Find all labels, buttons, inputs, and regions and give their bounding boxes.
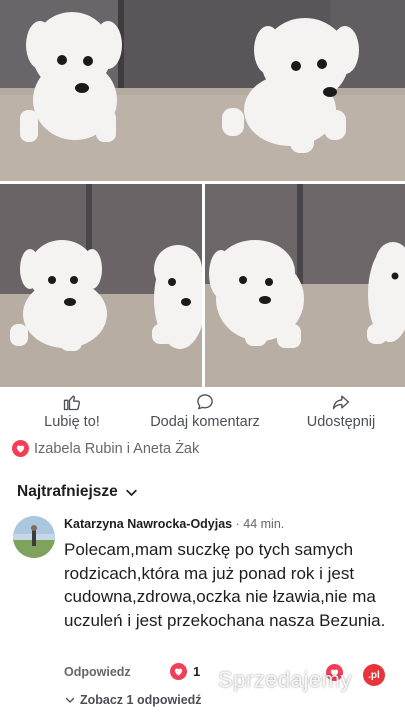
post-photo-2[interactable] (0, 184, 202, 387)
reactions-summary[interactable]: Izabela Rubin i Aneta Żak (12, 440, 199, 457)
sort-label: Najtrafniejsze (17, 483, 118, 500)
like-label: Lubię to! (44, 414, 100, 430)
share-label: Udostępnij (306, 414, 376, 430)
share-arrow-icon (332, 395, 350, 410)
comments-sort-dropdown[interactable]: Najtrafniejsze (17, 483, 139, 501)
comment-button[interactable]: Dodaj komentarz (142, 392, 268, 430)
reply-button[interactable]: Odpowiedz (64, 665, 131, 679)
see-replies-label: Zobacz 1 odpowiedź (80, 693, 202, 707)
like-button[interactable]: Lubię to! (40, 392, 104, 430)
comment-header: Katarzyna Nawrocka-Odyjas · 44 min. (64, 517, 284, 531)
heart-icon (170, 663, 187, 680)
watermark-text: Sprzedajemy (218, 667, 352, 692)
comment-time: · 44 min. (235, 517, 285, 531)
post-photo-1[interactable] (0, 0, 405, 181)
post-action-bar: Lubię to! Dodaj komentarz Udostępnij (0, 392, 405, 432)
share-button[interactable]: Udostępnij (300, 392, 382, 430)
comment-text: Polecam,mam suczkę po tych samych rodzic… (64, 540, 386, 630)
comment-author[interactable]: Katarzyna Nawrocka-Odyjas (64, 517, 232, 531)
comment-reactions[interactable]: 1 (170, 663, 200, 680)
chevron-down-icon (65, 697, 75, 703)
avatar[interactable] (13, 516, 55, 558)
see-replies-link[interactable]: Zobacz 1 odpowiedź (64, 693, 202, 707)
thumbs-up-icon (63, 395, 81, 411)
watermark-badge: .pl (363, 664, 385, 686)
chevron-down-icon (126, 489, 137, 496)
post-photo-3[interactable] (205, 184, 405, 387)
comment-bubble-icon (197, 394, 213, 410)
comment-label: Dodaj komentarz (150, 414, 260, 430)
comment-like-count: 1 (193, 664, 201, 679)
reactors-names: Izabela Rubin i Aneta Żak (34, 440, 200, 457)
heart-icon (12, 440, 29, 457)
